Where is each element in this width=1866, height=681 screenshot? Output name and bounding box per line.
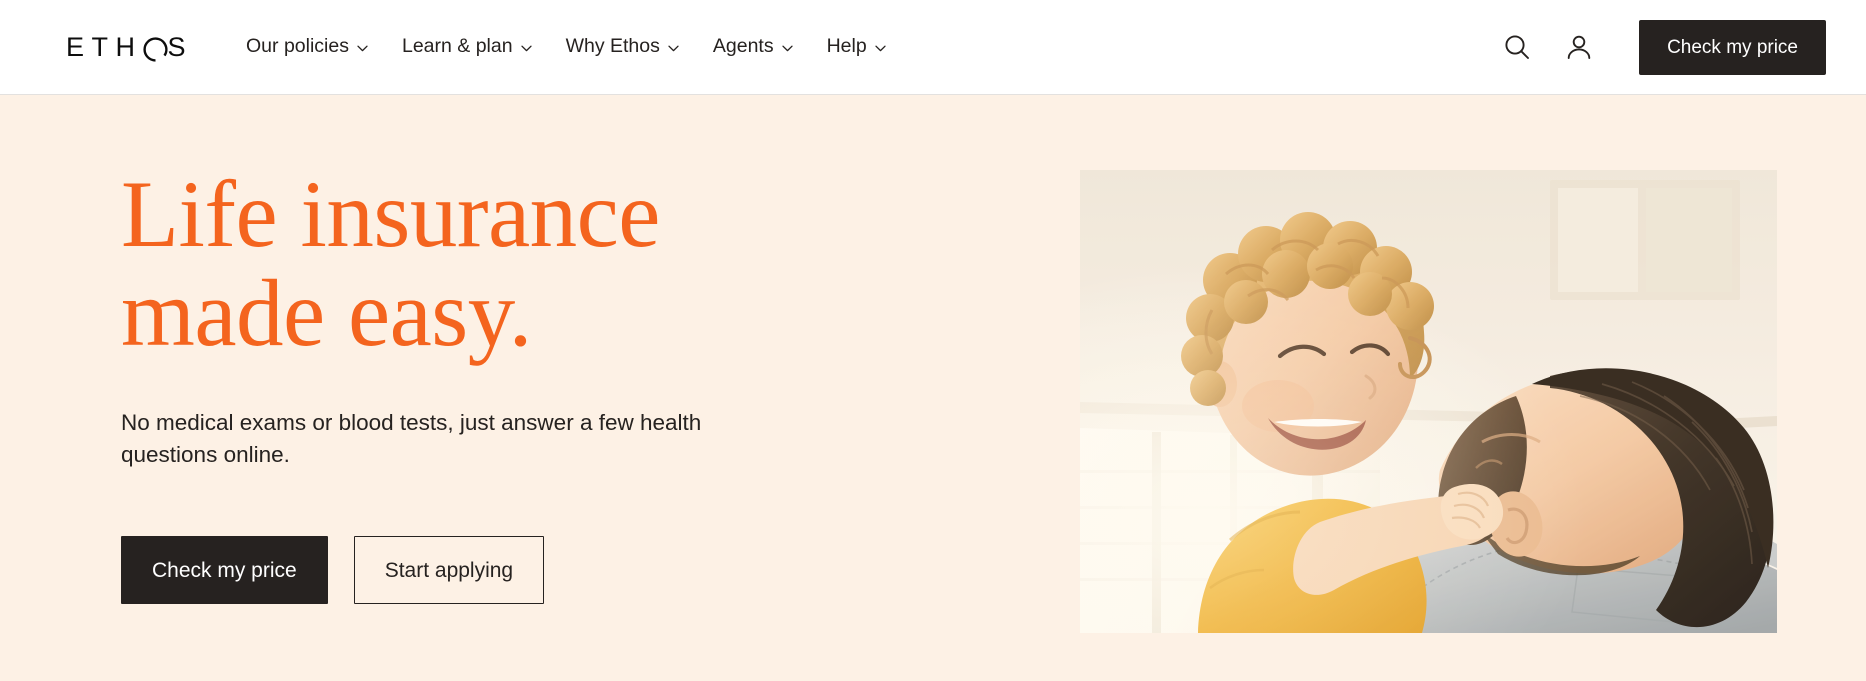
site-header: ETH S Our policies Learn & plan Why Ethos… — [0, 0, 1866, 95]
page-root: ETH S Our policies Learn & plan Why Ethos… — [0, 0, 1866, 681]
nav-item-agents[interactable]: Agents — [713, 31, 793, 63]
hero-section: Life insurance made easy. No medical exa… — [0, 95, 1866, 681]
hero-check-my-price-button[interactable]: Check my price — [121, 536, 328, 605]
nav-item-learn-and-plan[interactable]: Learn & plan — [402, 31, 532, 63]
hero-title-line-2: made easy. — [121, 259, 532, 366]
main-navigation: Our policies Learn & plan Why Ethos Agen… — [246, 31, 886, 63]
logo-o-icon — [142, 34, 168, 62]
user-account-icon[interactable] — [1562, 30, 1596, 64]
nav-item-label: Learn & plan — [401, 35, 513, 58]
page-title: Life insurance made easy. — [121, 165, 881, 363]
hero-start-applying-button[interactable]: Start applying — [353, 536, 545, 605]
hero-cta-group: Check my price Start applying — [121, 536, 881, 605]
logo-text-before: ETH — [66, 31, 143, 62]
nav-item-label: Our policies — [246, 35, 349, 58]
nav-item-our-policies[interactable]: Our policies — [246, 31, 368, 63]
hero-title-line-1: Life insurance — [121, 161, 660, 267]
nav-item-label: Agents — [712, 35, 774, 58]
nav-item-label: Help — [826, 35, 867, 58]
hero-copy: Life insurance made easy. No medical exa… — [121, 165, 881, 605]
logo-text-after: S — [167, 31, 194, 62]
header-check-my-price-button[interactable]: Check my price — [1639, 19, 1826, 75]
hero-subtitle: No medical exams or blood tests, just an… — [121, 409, 702, 467]
chevron-down-icon — [781, 45, 793, 52]
chevron-down-icon — [875, 45, 886, 52]
chevron-down-icon — [520, 45, 532, 52]
hero-photo — [1080, 170, 1777, 633]
nav-item-why-ethos[interactable]: Why Ethos — [566, 31, 679, 63]
chevron-down-icon — [668, 45, 679, 52]
nav-item-label: Why Ethos — [565, 35, 660, 58]
header-actions: Check my price — [1500, 19, 1826, 75]
chevron-down-icon — [357, 45, 368, 52]
nav-item-help[interactable]: Help — [827, 31, 886, 63]
search-icon[interactable] — [1500, 30, 1534, 64]
ethos-logo[interactable]: ETH S — [66, 31, 194, 62]
